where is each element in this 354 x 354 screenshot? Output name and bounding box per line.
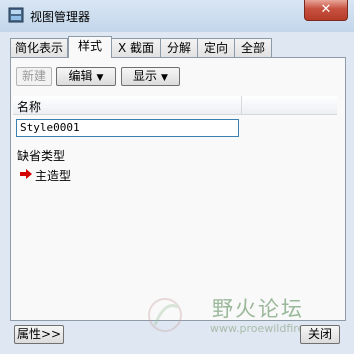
- tab-explode[interactable]: 分解: [160, 38, 198, 57]
- chevron-down-icon: ▼: [96, 73, 104, 83]
- edit-menu-button[interactable]: 编辑 ▼: [56, 67, 116, 86]
- tab-orient[interactable]: 定向: [197, 38, 235, 57]
- window-title: 视图管理器: [30, 10, 91, 24]
- default-type-item[interactable]: 缺省类型: [17, 147, 65, 164]
- style-name-input[interactable]: Style0001: [16, 119, 239, 137]
- title-bar: 视图管理器 ✕: [0, 0, 354, 33]
- display-label: 显示: [133, 69, 158, 83]
- list-header: 名称: [13, 96, 337, 115]
- display-menu-button[interactable]: 显示 ▼: [121, 67, 180, 86]
- edit-label: 编辑: [68, 69, 93, 83]
- column-divider: [241, 96, 242, 114]
- main-style-item[interactable]: 主造型: [35, 167, 71, 184]
- watermark-text: 野火论坛: [212, 297, 304, 321]
- tab-x-section[interactable]: X 截面: [111, 38, 161, 57]
- tab-all[interactable]: 全部: [234, 38, 272, 57]
- new-button[interactable]: 新建: [16, 67, 52, 86]
- window-close-button[interactable]: ✕: [304, 0, 348, 21]
- watermark-url: www.proewildfire: [210, 322, 305, 335]
- view-manager-icon: [8, 7, 24, 23]
- tab-style[interactable]: 样式: [68, 36, 112, 58]
- chevron-down-icon: ▼: [161, 73, 168, 83]
- properties-button[interactable]: 属性>>: [14, 325, 64, 344]
- name-column-header: 名称: [17, 100, 42, 114]
- active-arrow-icon: [20, 169, 32, 179]
- close-button[interactable]: 关闭: [300, 325, 340, 344]
- tab-simplified-rep[interactable]: 简化表示: [10, 38, 68, 57]
